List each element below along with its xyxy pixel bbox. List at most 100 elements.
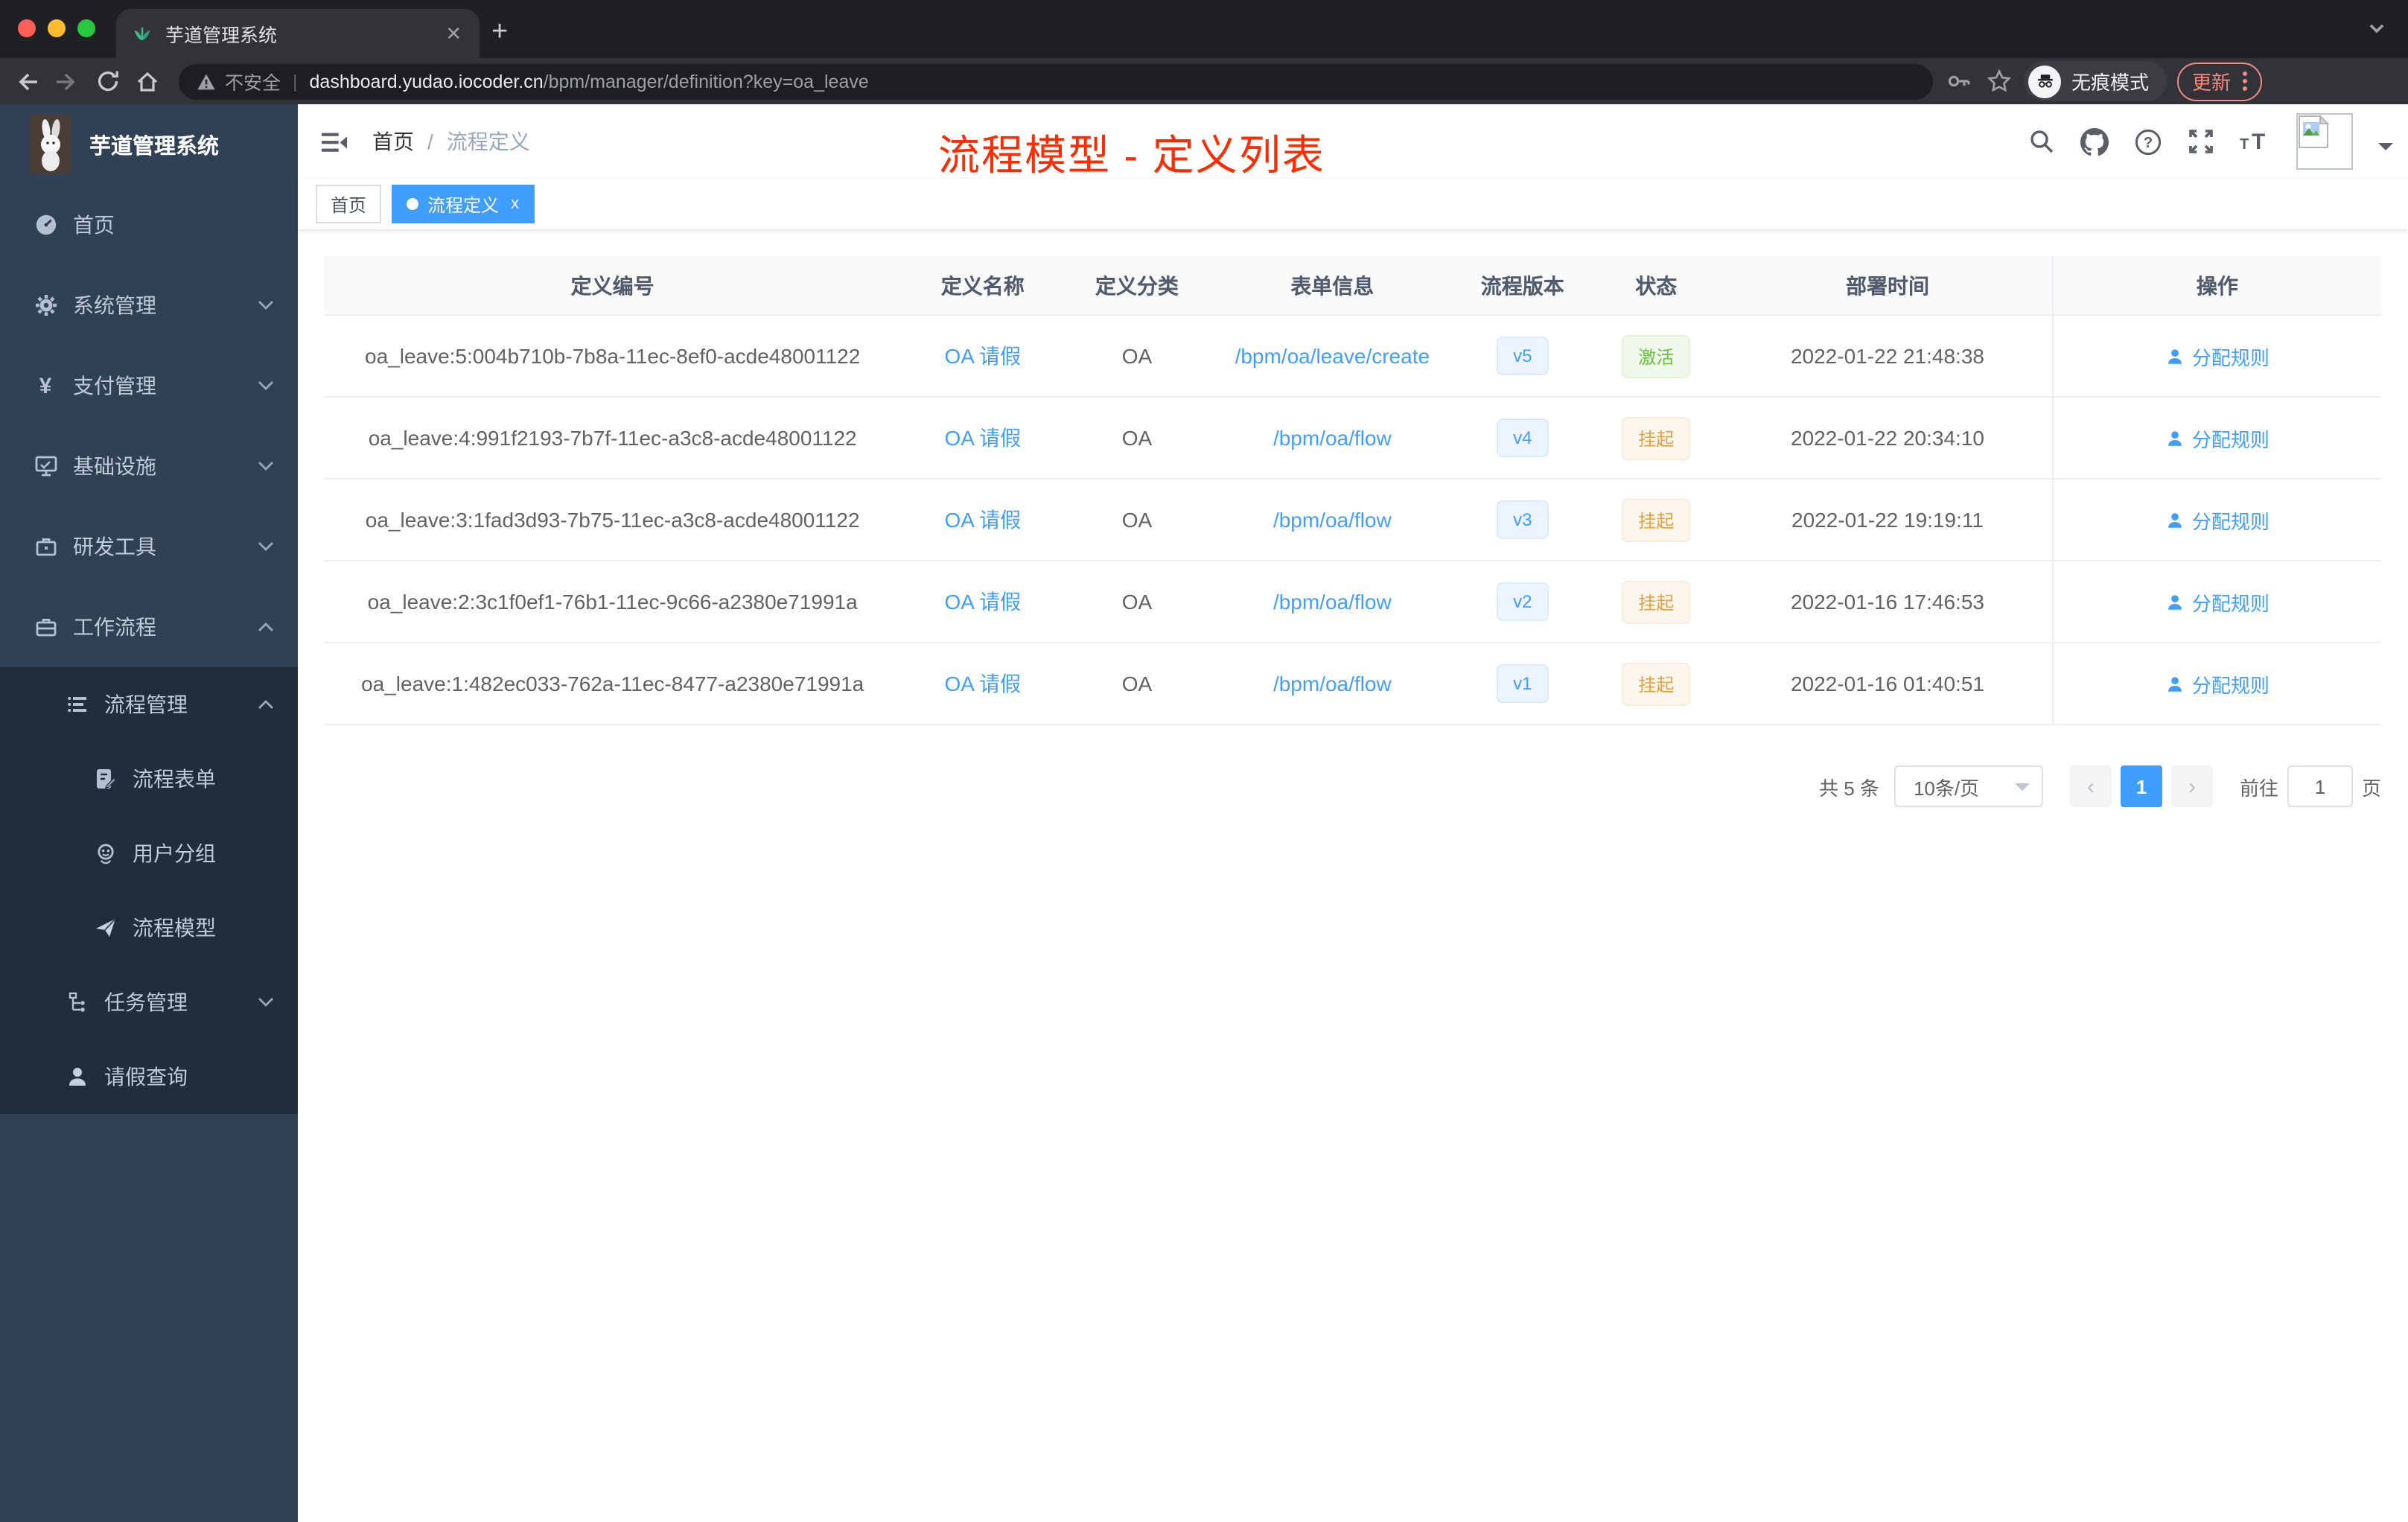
- sidebar-item-system-management[interactable]: 系统管理: [0, 265, 298, 346]
- svg-text:T: T: [2240, 136, 2249, 153]
- definition-table: 定义编号 定义名称 定义分类 表单信息 流程版本 状态 部署时间 操作 oa_l…: [325, 256, 2381, 725]
- close-window-button[interactable]: [18, 19, 36, 37]
- assign-rule-link[interactable]: 分配规则: [2165, 342, 2270, 370]
- sidebar-item-label: 流程管理: [104, 692, 188, 716]
- annotation-title: 流程模型 - 定义列表: [938, 133, 1325, 179]
- sidebar-item-process-form[interactable]: 流程表单: [0, 742, 298, 816]
- browser-menu-icon[interactable]: [2243, 71, 2248, 91]
- page-url: dashboard.yudao.iocoder.cn/bpm/manager/d…: [310, 71, 869, 92]
- pagination: 共 5 条 10条/页 ‹ 1 › 前往 页: [325, 765, 2381, 807]
- tab-search-chevron-icon[interactable]: [2366, 18, 2387, 39]
- chevron-down-icon: [258, 380, 274, 392]
- status-badge: 挂起: [1622, 416, 1691, 459]
- briefcase-icon: [33, 615, 58, 639]
- sidebar-item-process-management[interactable]: 流程管理: [0, 667, 298, 742]
- form-link[interactable]: /bpm/oa/flow: [1273, 426, 1392, 450]
- browser-update-button[interactable]: 更新: [2177, 62, 2263, 101]
- password-key-icon[interactable]: [1943, 66, 1973, 96]
- sidebar-item-label: 任务管理: [104, 990, 188, 1014]
- monitor-icon: [33, 454, 58, 478]
- chevron-down-icon: [258, 460, 274, 472]
- definition-name-link[interactable]: OA 请假: [944, 505, 1021, 535]
- svg-text:?: ?: [2144, 134, 2153, 150]
- sidebar-item-dev-tools[interactable]: 研发工具: [0, 506, 298, 587]
- help-icon[interactable]: ?: [2134, 127, 2162, 156]
- version-badge: v5: [1497, 337, 1549, 375]
- sidebar-item-workflow[interactable]: 工作流程: [0, 587, 298, 667]
- assign-rule-link[interactable]: 分配规则: [2165, 588, 2270, 616]
- sidebar-item-payment-management[interactable]: ¥ 支付管理: [0, 346, 298, 426]
- assign-rule-link[interactable]: 分配规则: [2165, 424, 2270, 452]
- github-icon[interactable]: [2080, 127, 2109, 156]
- user-avatar-broken-image[interactable]: [2296, 113, 2353, 170]
- column-header: 定义名称: [940, 273, 1025, 297]
- table-header-row: 定义编号 定义名称 定义分类 表单信息 流程版本 状态 部署时间 操作: [325, 256, 2381, 316]
- pagination-jumper: 前往 页: [2240, 765, 2381, 807]
- tree-icon: [64, 990, 89, 1014]
- new-tab-button[interactable]: +: [491, 15, 508, 51]
- browser-tab[interactable]: 芋道管理系统 ✕: [116, 9, 480, 58]
- fullscreen-icon[interactable]: [2188, 128, 2214, 155]
- hamburger-icon[interactable]: [320, 127, 348, 156]
- form-link[interactable]: /bpm/oa/flow: [1273, 672, 1392, 695]
- tag-label: 流程定义: [427, 194, 500, 215]
- version-badge: v1: [1497, 664, 1549, 703]
- deploy-time: 2022-01-22 19:19:11: [1791, 508, 1984, 532]
- home-button[interactable]: [133, 66, 162, 96]
- back-button[interactable]: [12, 66, 42, 96]
- forward-button[interactable]: [52, 66, 82, 96]
- form-link[interactable]: /bpm/oa/leave/create: [1235, 344, 1430, 368]
- font-size-icon[interactable]: TT: [2240, 128, 2271, 155]
- definition-name-link[interactable]: OA 请假: [944, 587, 1021, 617]
- column-header: 定义编号: [570, 273, 654, 297]
- search-icon[interactable]: [2028, 128, 2055, 155]
- definition-id: oa_leave:2:3c1f0ef1-76b1-11ec-9c66-a2380…: [367, 590, 858, 614]
- sidebar-item-label: 支付管理: [73, 374, 156, 398]
- sidebar-item-process-model[interactable]: 流程模型: [0, 891, 298, 965]
- definition-name-link[interactable]: OA 请假: [944, 669, 1021, 698]
- address-bar[interactable]: 不安全 | dashboard.yudao.iocoder.cn/bpm/man…: [179, 63, 1933, 99]
- incognito-label: 无痕模式: [2071, 71, 2150, 94]
- active-dot-icon: [407, 198, 419, 210]
- bookmark-star-icon[interactable]: [1984, 66, 2013, 96]
- sidebar-item-infrastructure[interactable]: 基础设施: [0, 426, 298, 506]
- definition-name-link[interactable]: OA 请假: [944, 423, 1021, 453]
- user-icon: [2167, 348, 2182, 363]
- breadcrumb-home[interactable]: 首页: [372, 127, 414, 156]
- sidebar-item-task-management[interactable]: 任务管理: [0, 965, 298, 1039]
- avatar-dropdown-caret-icon[interactable]: [2378, 143, 2393, 158]
- assign-rule-link[interactable]: 分配规则: [2165, 669, 2270, 698]
- next-page-button[interactable]: ›: [2170, 765, 2213, 807]
- tag-home[interactable]: 首页: [316, 185, 382, 223]
- reload-button[interactable]: [92, 66, 122, 96]
- page-size-select[interactable]: 10条/页: [1893, 765, 2043, 807]
- form-link[interactable]: /bpm/oa/flow: [1273, 590, 1392, 614]
- chevron-up-icon: [258, 698, 274, 710]
- sidebar-submenu-workflow: 流程管理 流程表单 用户分组 流程模型 任务管理 请假查询: [0, 667, 298, 1114]
- incognito-badge[interactable]: 无痕模式: [2024, 61, 2167, 101]
- main-area: 首页 / 流程定义 ? T T 首页 流程定义 x 定义编号 定义名称 定义分类…: [298, 104, 2408, 1522]
- deploy-time: 2022-01-16 01:40:51: [1790, 672, 1984, 695]
- prev-page-button[interactable]: ‹: [2069, 765, 2112, 807]
- sidebar-logo: 芋道管理系统: [0, 104, 298, 185]
- goto-page-input[interactable]: [2287, 765, 2353, 807]
- chevron-up-icon: [258, 621, 274, 633]
- incognito-icon: [2028, 65, 2061, 98]
- sidebar-item-user-group[interactable]: 用户分组: [0, 816, 298, 891]
- zoom-window-button[interactable]: [77, 19, 95, 37]
- page-number-button[interactable]: 1: [2120, 765, 2162, 807]
- version-badge: v4: [1497, 418, 1549, 457]
- sidebar-item-leave-query[interactable]: 请假查询: [0, 1039, 298, 1114]
- status-badge: 挂起: [1622, 662, 1691, 705]
- tag-close-icon[interactable]: x: [511, 195, 519, 213]
- tab-close-icon[interactable]: ✕: [442, 22, 465, 45]
- definition-name-link[interactable]: OA 请假: [944, 341, 1021, 371]
- definition-category: OA: [1121, 508, 1153, 532]
- form-link[interactable]: /bpm/oa/flow: [1273, 508, 1392, 532]
- tag-process-definition[interactable]: 流程定义 x: [392, 185, 535, 223]
- sidebar-item-home[interactable]: 首页: [0, 185, 298, 265]
- tags-view-bar: 首页 流程定义 x: [298, 179, 2408, 229]
- assign-rule-link[interactable]: 分配规则: [2165, 506, 2270, 534]
- minimize-window-button[interactable]: [48, 19, 66, 37]
- version-badge: v2: [1497, 582, 1549, 621]
